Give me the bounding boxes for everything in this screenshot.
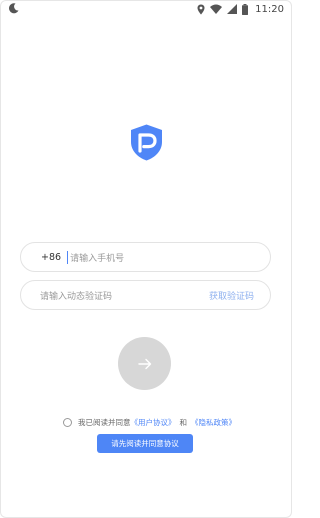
user-agreement-link[interactable]: 《用户协议》 bbox=[131, 417, 176, 428]
wifi-icon bbox=[210, 4, 223, 14]
toast-message: 请先阅读并同意协议 bbox=[97, 434, 193, 453]
signal-icon bbox=[227, 4, 238, 14]
login-button[interactable] bbox=[118, 337, 171, 390]
app-logo bbox=[131, 124, 162, 161]
status-bar: 11:20 bbox=[0, 0, 292, 18]
location-icon bbox=[197, 4, 205, 14]
agreement-row: 我已阅读并同意 《用户协议》 和 《隐私政策》 bbox=[63, 416, 236, 428]
phone-field[interactable]: +86 请输入手机号 bbox=[20, 242, 271, 272]
status-icons: 11:20 bbox=[197, 2, 284, 16]
battery-icon bbox=[242, 3, 249, 15]
agreement-prefix: 我已阅读并同意 bbox=[78, 417, 131, 427]
get-code-button[interactable]: 获取验证码 bbox=[209, 289, 254, 302]
moon-icon bbox=[9, 3, 19, 14]
status-time: 11:20 bbox=[255, 3, 284, 15]
agree-checkbox[interactable] bbox=[63, 417, 72, 427]
code-field[interactable]: 请输入动态验证码 获取验证码 bbox=[20, 280, 271, 310]
arrow-right-icon bbox=[137, 358, 151, 369]
phone-placeholder: 请输入手机号 bbox=[70, 253, 125, 264]
agreement-and: 和 bbox=[179, 417, 188, 427]
code-placeholder: 请输入动态验证码 bbox=[40, 291, 113, 302]
country-code[interactable]: +86 bbox=[41, 252, 61, 263]
text-cursor bbox=[67, 250, 69, 264]
privacy-policy-link[interactable]: 《隐私政策》 bbox=[191, 417, 236, 428]
